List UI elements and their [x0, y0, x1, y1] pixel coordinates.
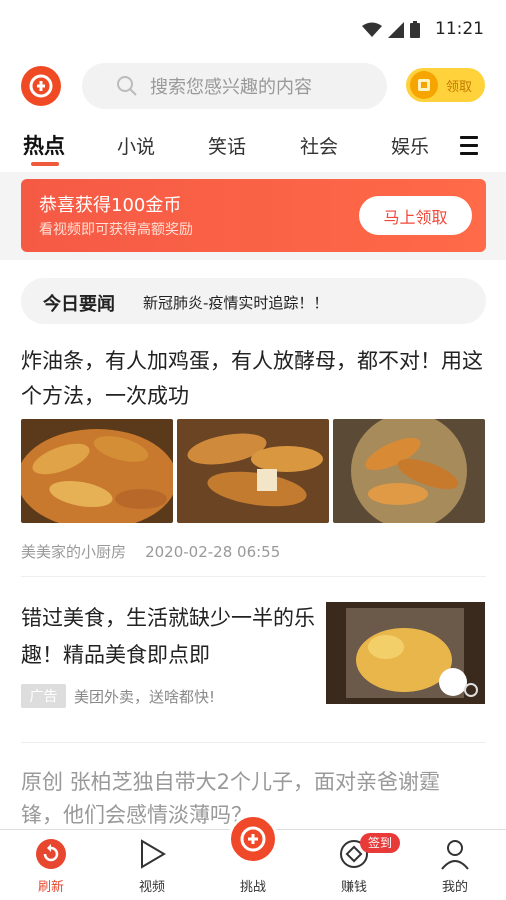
logo-icon: [29, 74, 53, 98]
today-news-bar[interactable]: 今日要闻 新冠肺炎-疫情实时追踪！！: [21, 278, 486, 324]
ad-title[interactable]: 错过美食，生活就缺少一半的乐趣！精品美食即点即: [21, 600, 317, 674]
ad-description: 美团外卖，送啥都快!: [74, 688, 216, 706]
coin-icon: [410, 71, 438, 99]
refresh-icon: [36, 839, 66, 869]
reward-label: 领取: [446, 79, 473, 95]
search-placeholder: 搜索您感兴趣的内容: [150, 77, 312, 98]
category-tabs: 热点 小说 笑话 社会 娱乐: [0, 116, 506, 172]
app-logo[interactable]: [21, 66, 61, 106]
banner-subtitle: 看视频即可获得高额奖励: [39, 222, 193, 238]
article-meta: 美美家的小厨房 2020-02-28 06:55: [21, 541, 280, 562]
nav-label: 赚钱: [340, 880, 367, 895]
ad-badge: 广告: [21, 684, 66, 708]
claim-button[interactable]: 马上领取: [359, 196, 472, 235]
fried-dough-image-1: [21, 419, 173, 523]
today-news-text: 新冠肺炎-疫情实时追踪！！: [143, 294, 329, 312]
signin-badge: 签到: [360, 833, 401, 853]
roast-chicken-image: [326, 602, 485, 704]
challenge-icon: [240, 826, 266, 852]
divider: [21, 576, 486, 577]
tab-jokes[interactable]: 笑话: [208, 132, 246, 159]
battery-icon: [410, 21, 420, 38]
nav-label: 我的: [441, 880, 468, 895]
divider: [21, 742, 486, 743]
play-icon: [141, 839, 166, 869]
article-time: 2020-02-28 06:55: [145, 543, 281, 561]
tab-society[interactable]: 社会: [300, 132, 338, 159]
tab-hot[interactable]: 热点: [23, 130, 65, 160]
tab-indicator: [31, 162, 59, 166]
banner-title: 恭喜获得100金币: [39, 195, 182, 216]
nav-label: 视频: [138, 880, 165, 895]
nav-label: 挑战: [239, 880, 266, 895]
fried-dough-image-2: [177, 419, 329, 523]
tab-entertainment[interactable]: 娱乐: [391, 132, 429, 159]
status-bar: 11:21: [0, 0, 506, 58]
nav-video[interactable]: 视频: [117, 830, 187, 900]
signal-icon: [388, 21, 404, 38]
nav-profile[interactable]: 我的: [420, 830, 490, 900]
fried-dough-image-3: [333, 419, 485, 523]
user-icon: [441, 840, 469, 870]
search-bar[interactable]: 搜索您感兴趣的内容: [82, 63, 387, 109]
today-news-tag: 今日要闻: [43, 294, 115, 315]
challenge-button[interactable]: [228, 814, 278, 864]
status-icons: [362, 21, 420, 38]
menu-icon[interactable]: [460, 136, 478, 160]
wifi-icon: [362, 22, 382, 37]
article-title[interactable]: 炸油条，有人加鸡蛋，有人放酵母，都不对！用这个方法，一次成功: [21, 344, 483, 414]
nav-label: 刷新: [37, 880, 64, 895]
nav-refresh[interactable]: 刷新: [16, 830, 86, 900]
coin-banner[interactable]: 恭喜获得100金币 看视频即可获得高额奖励 马上领取: [21, 179, 486, 252]
article-images: [21, 419, 485, 523]
search-icon: [117, 76, 137, 96]
banner-area: 恭喜获得100金币 看视频即可获得高额奖励 马上领取: [0, 172, 506, 260]
article-source: 美美家的小厨房: [21, 543, 127, 561]
tab-novel[interactable]: 小说: [117, 132, 155, 159]
app-header: 搜索您感兴趣的内容 领取: [0, 58, 506, 116]
reward-button[interactable]: 领取: [406, 68, 485, 102]
clock: 11:21: [435, 19, 484, 39]
